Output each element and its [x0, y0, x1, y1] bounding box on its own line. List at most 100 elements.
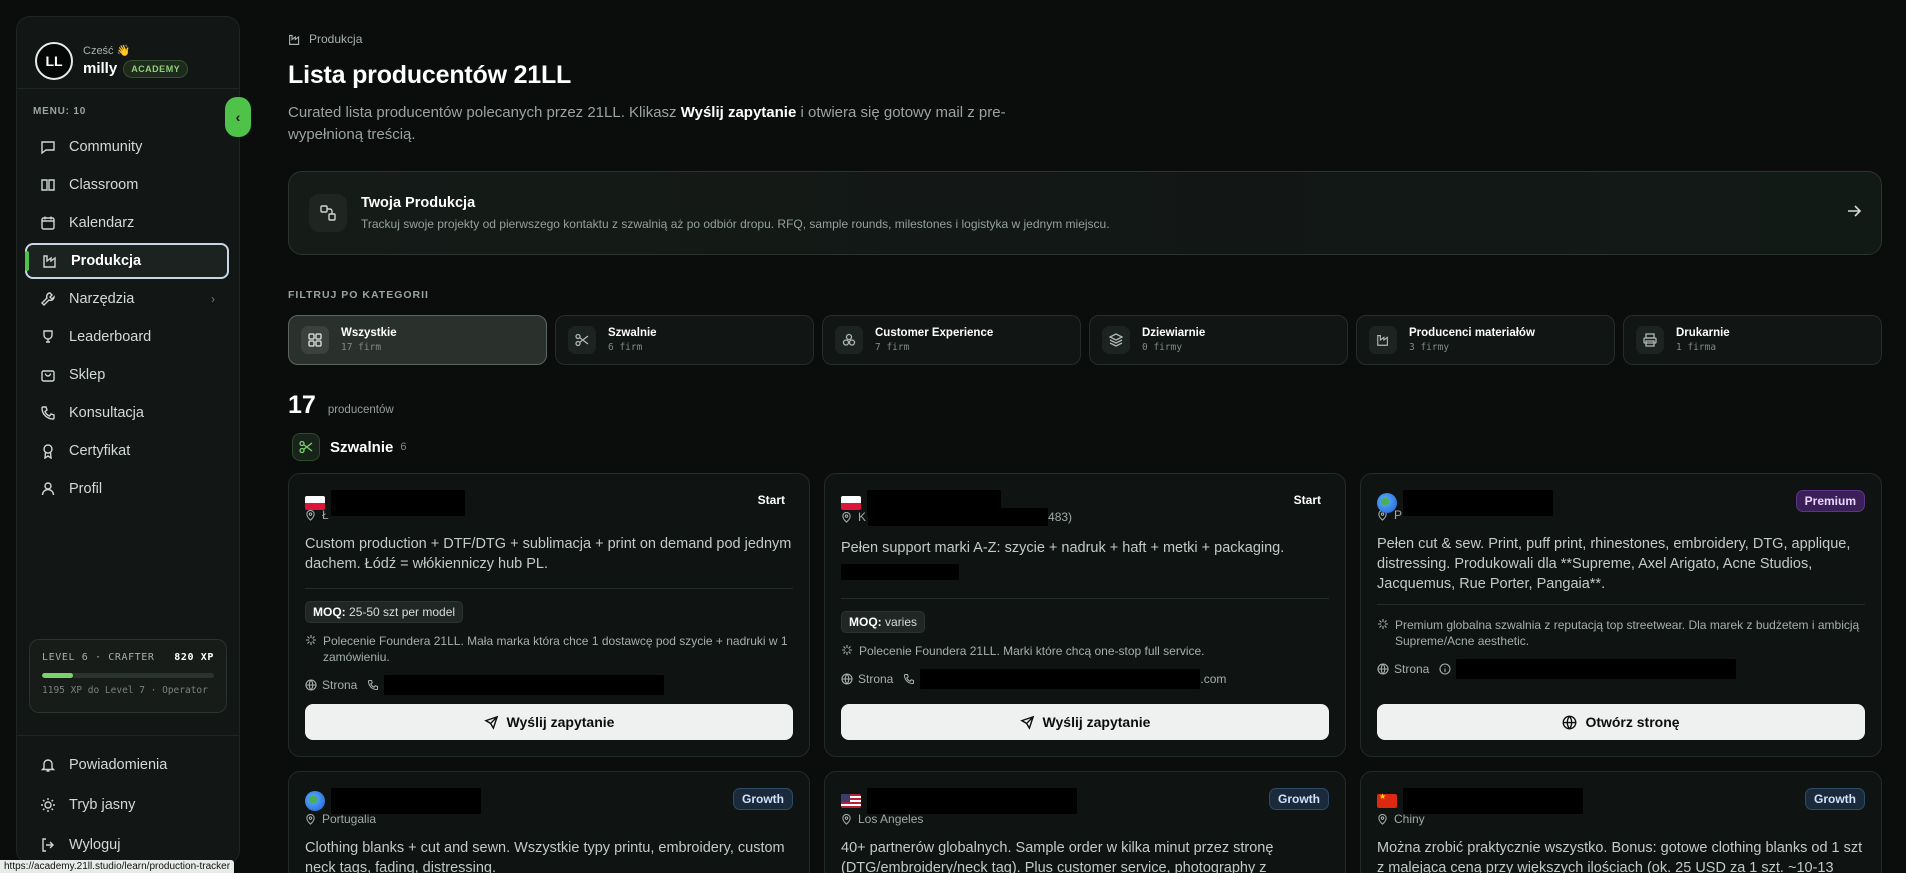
- moq-label: MOQ:: [849, 615, 882, 629]
- collapse-sidebar-button[interactable]: ‹: [225, 97, 251, 137]
- nav-label: Tryb jasny: [69, 797, 136, 813]
- total-label: producentów: [327, 404, 394, 416]
- avatar[interactable]: LL: [35, 41, 73, 80]
- nav-item-konsultacja[interactable]: Konsultacja: [25, 395, 229, 431]
- card-description: Pełen cut & sew. Print, puff print, rhin…: [1377, 536, 1851, 592]
- founder-note: Polecenie Foundera 21LL. Marki które chc…: [859, 644, 1205, 658]
- breadcrumb-item[interactable]: Produkcja: [309, 32, 362, 46]
- globe-flag-icon: [1377, 493, 1397, 513]
- production-card-subtitle: Trackuj swoje projekty od pierwszego kon…: [361, 217, 1110, 231]
- location: Ł: [322, 508, 329, 522]
- producer-grid: Start Ł Custom production + DTF/DTG + su…: [288, 473, 1882, 873]
- pin-icon: [1377, 813, 1388, 825]
- desc-text: Curated lista producentów polecanych prz…: [288, 104, 681, 121]
- sparkle-icon: [841, 644, 853, 659]
- nav-item-sklep[interactable]: Sklep: [25, 357, 229, 393]
- nav-item-certyfikat[interactable]: Certyfikat: [25, 433, 229, 469]
- wrench-icon: [39, 290, 57, 308]
- nav-label: Konsultacja: [69, 405, 144, 421]
- location-tail: 483): [1048, 510, 1073, 524]
- filter-customer-experience[interactable]: Customer Experience 7 firm: [822, 315, 1081, 365]
- founder-note: Polecenie Foundera 21LL. Mała marka któr…: [323, 634, 788, 664]
- moq-badge: MOQ: varies: [841, 611, 926, 633]
- nav-item-powiadomienia[interactable]: Powiadomienia: [25, 746, 229, 784]
- nav-item-wyloguj[interactable]: Wyloguj: [25, 826, 229, 864]
- filter-drukarnie[interactable]: Drukarnie 1 firma: [1623, 315, 1882, 365]
- globe-flag-icon: [305, 791, 325, 811]
- sparkle-icon: [1377, 618, 1389, 649]
- layers-icon: [1102, 326, 1130, 354]
- filter-label: FILTRUJ PO KATEGORII: [288, 289, 429, 301]
- category-count: 3 firmy: [1409, 342, 1450, 353]
- award-icon: [39, 442, 57, 460]
- open-website-button[interactable]: Otwórz stronę: [1377, 704, 1865, 740]
- redacted-text: [841, 564, 959, 580]
- scissors-icon: [292, 433, 320, 461]
- nav-label: Leaderboard: [69, 329, 152, 345]
- greeting: Cześć 👋: [83, 44, 131, 57]
- breadcrumb: Produkcja: [288, 32, 1882, 46]
- tier-badge: Growth: [1269, 788, 1329, 810]
- nav-label: Sklep: [69, 367, 106, 383]
- filter-wszystkie[interactable]: Wszystkie 17 firm: [288, 315, 547, 365]
- producer-card: Growth Portugalia Clothing blanks + cut …: [288, 771, 810, 873]
- status-url: https://academy.21ll.studio/learn/produc…: [0, 860, 235, 873]
- nav-label: Kalendarz: [69, 215, 135, 231]
- sparkle-icon: [305, 634, 317, 665]
- book-icon: [39, 176, 57, 194]
- user-icon: [39, 480, 57, 498]
- category-name: Customer Experience: [875, 327, 994, 339]
- shop-icon: [39, 366, 57, 384]
- filter-producenci-materialow[interactable]: Producenci materiałów 3 firmy: [1356, 315, 1615, 365]
- phone-icon: [903, 673, 915, 685]
- send-inquiry-button[interactable]: Wyślij zapytanie: [841, 704, 1329, 740]
- send-inquiry-button[interactable]: Wyślij zapytanie: [305, 704, 793, 740]
- nav-item-tryb-jasny[interactable]: Tryb jasny: [25, 786, 229, 824]
- production-tracker-card[interactable]: Twoja Produkcja Trackuj swoje projekty o…: [288, 171, 1882, 255]
- producer-card: Start Ł Custom production + DTF/DTG + su…: [288, 473, 810, 757]
- nav-item-community[interactable]: Community: [25, 129, 229, 165]
- pin-icon: [841, 511, 852, 523]
- nav-label: Classroom: [69, 177, 139, 193]
- total-count: 17: [288, 391, 316, 419]
- filter-szwalnie[interactable]: Szwalnie 6 firm: [555, 315, 814, 365]
- arrow-right-icon: [1845, 202, 1863, 225]
- level-progress-fill: [42, 673, 73, 678]
- redacted-contact: [1456, 659, 1737, 679]
- academy-badge: ACADEMY: [123, 59, 189, 78]
- nav-item-narzedzia[interactable]: Narzędzia ›: [25, 281, 229, 317]
- level-progress-card[interactable]: LEVEL 6 · CRAFTER 820 XP 1195 XP do Leve…: [29, 639, 227, 713]
- redacted-contact: [920, 669, 1201, 689]
- pin-icon: [305, 509, 316, 521]
- desc-bold: Wyślij zapytanie: [680, 104, 797, 121]
- sidebar: LL Cześć 👋 milly ACADEMY ‹ MENU: 10 Comm…: [16, 16, 251, 864]
- nav-label: Profil: [69, 481, 103, 497]
- producer-card: Growth Los Angeles 40+ partnerów globaln…: [824, 771, 1346, 873]
- category-count: 6 firm: [608, 342, 643, 353]
- nav-item-kalendarz[interactable]: Kalendarz: [25, 205, 229, 241]
- production-card-title: Twoja Produkcja: [361, 195, 476, 211]
- producer-total: 17 producentów: [288, 391, 1882, 420]
- divider: [1377, 604, 1865, 605]
- globe-icon: [1562, 715, 1577, 730]
- send-icon: [1019, 715, 1035, 730]
- main-nav: Community Classroom Kalendarz Produkcja …: [17, 129, 239, 507]
- nav-label: Powiadomienia: [69, 757, 168, 773]
- website-link[interactable]: Strona: [1394, 662, 1429, 676]
- bell-icon: [39, 756, 57, 774]
- nav-item-leaderboard[interactable]: Leaderboard: [25, 319, 229, 355]
- button-label: Otwórz stronę: [1585, 714, 1680, 730]
- nav-item-produkcja[interactable]: Produkcja: [25, 243, 229, 279]
- nav-item-classroom[interactable]: Classroom: [25, 167, 229, 203]
- website-link[interactable]: Strona: [858, 672, 893, 686]
- filter-dziewiarnie[interactable]: Dziewiarnie 0 firmy: [1089, 315, 1348, 365]
- factory-icon: [1369, 326, 1397, 354]
- nav-item-profil[interactable]: Profil: [25, 471, 229, 507]
- menu-label: MENU: 10: [33, 106, 87, 117]
- section-count: 6: [400, 441, 407, 453]
- website-link[interactable]: Strona: [322, 678, 357, 692]
- tier-badge: Premium: [1795, 490, 1865, 512]
- china-flag-icon: [1377, 792, 1397, 808]
- level-title: LEVEL 6 · CRAFTER: [42, 652, 155, 663]
- level-xp: 820 XP: [174, 652, 214, 663]
